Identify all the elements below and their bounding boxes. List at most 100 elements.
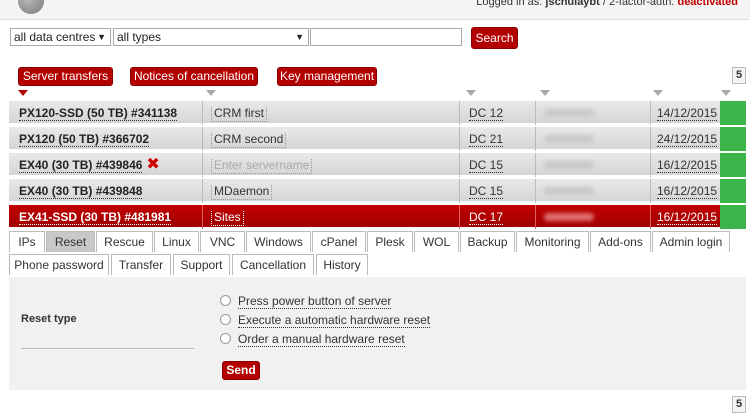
- datacentre[interactable]: DC 21: [469, 132, 504, 147]
- server-name-cell: PX120-SSD (50 TB) #341138: [9, 101, 201, 125]
- date[interactable]: 16/12/2015: [657, 158, 718, 173]
- status-indicator: [720, 127, 746, 151]
- table-row[interactable]: PX120-SSD (50 TB) #341138 CRM first DC 1…: [9, 101, 746, 125]
- radio-label[interactable]: Order a manual hardware reset: [238, 333, 405, 347]
- tab-cancellation[interactable]: Cancellation: [232, 254, 314, 275]
- datacentre[interactable]: DC 15: [469, 158, 504, 173]
- tab-plesk[interactable]: Plesk: [367, 231, 413, 252]
- datacentre[interactable]: DC 17: [469, 210, 504, 225]
- server-name-cell: EX40 (30 TB) #439846 ✖: [9, 153, 201, 177]
- tab-vnc[interactable]: VNC: [200, 231, 245, 252]
- ip-cell: [535, 179, 650, 203]
- date-cell: 16/12/2015: [650, 205, 718, 229]
- reset-type-label: Reset type: [21, 313, 77, 325]
- server-name[interactable]: PX120 (50 TB) #366702: [19, 132, 150, 147]
- result-count-bottom: 5: [732, 396, 746, 413]
- blurred-ip: [544, 213, 594, 221]
- type-select-value: all types: [117, 30, 162, 44]
- result-count: 5: [732, 67, 746, 84]
- server-label-input[interactable]: Enter servername: [211, 159, 313, 174]
- tab-linux[interactable]: Linux: [154, 231, 199, 252]
- status-indicator: [720, 205, 746, 229]
- datacentre-select-value: all data centres: [14, 30, 96, 44]
- date[interactable]: 24/12/2015: [657, 132, 718, 147]
- date[interactable]: 14/12/2015: [657, 106, 718, 121]
- server-name[interactable]: EX41-SSD (30 TB) #481981: [19, 210, 172, 225]
- server-name-cell: EX41-SSD (30 TB) #481981: [9, 205, 201, 229]
- server-label[interactable]: Sites: [211, 211, 244, 226]
- tab-monitoring[interactable]: Monitoring: [516, 231, 589, 252]
- radio-label[interactable]: Execute a automatic hardware reset: [238, 314, 431, 328]
- datacentre[interactable]: DC 12: [469, 106, 504, 121]
- date-cell: 16/12/2015: [650, 179, 718, 203]
- tab-cpanel[interactable]: cPanel: [312, 231, 366, 252]
- sort-dc-icon[interactable]: [466, 90, 476, 96]
- date-cell: 14/12/2015: [650, 101, 718, 125]
- ip-cell: [535, 153, 650, 177]
- delete-icon[interactable]: ✖: [146, 156, 159, 173]
- status-indicator: [720, 101, 746, 125]
- notices-of-cancellation-button[interactable]: Notices of cancellation: [130, 67, 258, 86]
- radio-button[interactable]: [220, 314, 231, 325]
- datacentre-cell: DC 15: [459, 179, 535, 203]
- sort-label-icon[interactable]: [206, 90, 216, 96]
- server-label-cell: Enter servername: [202, 153, 459, 177]
- chevron-down-icon: ▼: [97, 32, 106, 42]
- table-row[interactable]: EX40 (30 TB) #439846 ✖ Enter servername D…: [9, 153, 746, 177]
- tab-reset[interactable]: Reset: [46, 231, 95, 252]
- server-label[interactable]: CRM second: [211, 133, 287, 148]
- ip-cell: [535, 205, 650, 229]
- divider: [21, 348, 194, 349]
- send-button[interactable]: Send: [222, 361, 260, 380]
- table-row[interactable]: EX40 (30 TB) #439848 MDaemon DC 15 16/12…: [9, 179, 746, 203]
- datacentre-cell: DC 15: [459, 153, 535, 177]
- tab-phone-password[interactable]: Phone password: [9, 254, 109, 275]
- datacentre-select[interactable]: all data centres ▼: [10, 28, 111, 46]
- key-management-button[interactable]: Key management: [277, 67, 377, 86]
- tab-backup[interactable]: Backup: [460, 231, 515, 252]
- type-select[interactable]: all types ▼: [113, 28, 309, 46]
- server-name-cell: PX120 (50 TB) #366702: [9, 127, 201, 151]
- two-factor-status[interactable]: deactivated: [677, 0, 738, 8]
- username[interactable]: jschulaybt: [545, 0, 599, 8]
- search-button[interactable]: Search: [471, 27, 518, 49]
- tab-history[interactable]: History: [316, 254, 368, 275]
- datacentre[interactable]: DC 15: [469, 184, 504, 199]
- server-label-cell: CRM first: [202, 101, 459, 125]
- table-row-selected[interactable]: EX41-SSD (30 TB) #481981 Sites DC 17 16/…: [9, 205, 746, 229]
- sort-ip-icon[interactable]: [540, 90, 550, 96]
- server-transfers-button[interactable]: Server transfers: [18, 67, 113, 86]
- date[interactable]: 16/12/2015: [657, 184, 718, 199]
- blurred-ip: [544, 161, 594, 169]
- radio-button[interactable]: [220, 333, 231, 344]
- server-label[interactable]: MDaemon: [211, 185, 273, 200]
- tab-support[interactable]: Support: [173, 254, 230, 275]
- sort-status-icon[interactable]: [721, 90, 731, 96]
- server-label[interactable]: CRM first: [211, 107, 267, 122]
- tab-add-ons[interactable]: Add-ons: [590, 231, 651, 252]
- date[interactable]: 16/12/2015: [657, 210, 718, 225]
- tab-rescue[interactable]: Rescue: [96, 231, 153, 252]
- blurred-ip: [544, 109, 594, 117]
- ip-cell: [535, 101, 650, 125]
- tab-windows[interactable]: Windows: [246, 231, 311, 252]
- sort-date-icon[interactable]: [653, 90, 663, 96]
- status-indicator: [720, 153, 746, 177]
- datacentre-cell: DC 12: [459, 101, 535, 125]
- server-name[interactable]: EX40 (30 TB) #439846: [19, 158, 143, 173]
- tab-wol[interactable]: WOL: [414, 231, 459, 252]
- table-row[interactable]: PX120 (50 TB) #366702 CRM second DC 21 2…: [9, 127, 746, 151]
- login-info: Logged in as: jschulaybt / 2-factor-auth…: [476, 0, 738, 8]
- sort-name-icon[interactable]: [18, 90, 28, 96]
- tab-ips[interactable]: IPs: [9, 231, 45, 252]
- radio-label[interactable]: Press power button of server: [238, 295, 392, 309]
- tab-admin-login[interactable]: Admin login: [652, 231, 730, 252]
- search-input[interactable]: [310, 28, 462, 46]
- login-prefix: Logged in as:: [476, 0, 543, 8]
- radio-button[interactable]: [220, 295, 231, 306]
- server-label-cell: MDaemon: [202, 179, 459, 203]
- blurred-ip: [544, 135, 594, 143]
- server-name[interactable]: EX40 (30 TB) #439848: [19, 184, 143, 199]
- server-name[interactable]: PX120-SSD (50 TB) #341138: [19, 106, 178, 121]
- tab-transfer[interactable]: Transfer: [111, 254, 171, 275]
